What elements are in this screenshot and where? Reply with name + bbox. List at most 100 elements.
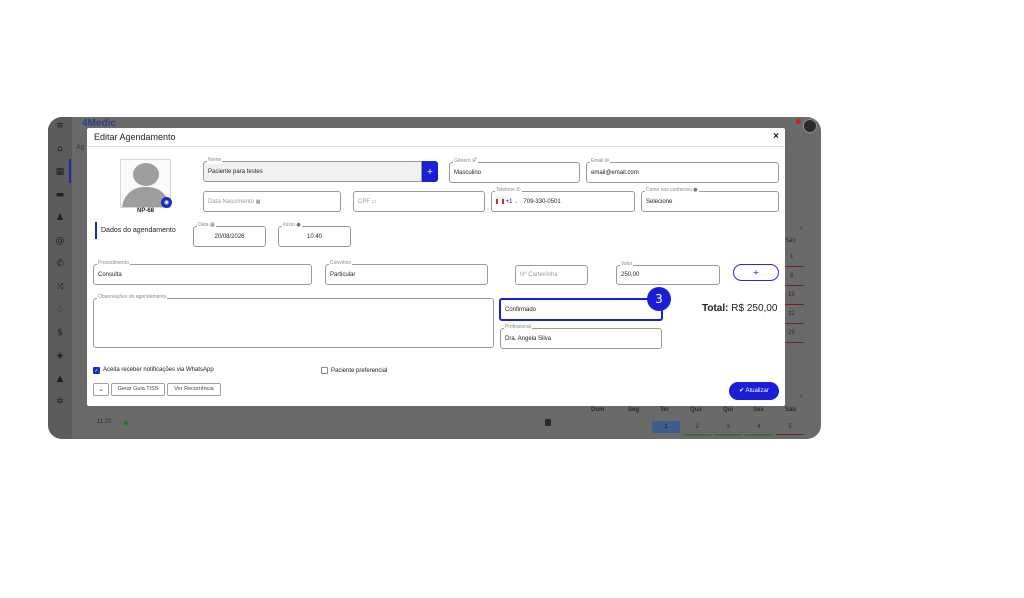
data-nascimento-text: Data Nascimento (208, 198, 255, 205)
day-indicator (745, 434, 773, 436)
notification-badge (796, 119, 801, 124)
chevron-right-icon[interactable]: › (800, 223, 803, 232)
time-slot[interactable]: 11:20 (97, 419, 112, 425)
data-label-text: Data (198, 222, 209, 228)
country-code[interactable]: +1 (506, 199, 513, 205)
calendar-day[interactable]: 1 (790, 254, 793, 260)
close-icon[interactable]: × (773, 131, 779, 142)
email-field[interactable]: Email ✉ email@email.com (586, 158, 779, 183)
calendar-icon[interactable]: ▦ (54, 166, 66, 178)
observacoes-label: Observações do agendamento (97, 294, 168, 301)
lock-icon (545, 419, 551, 426)
carteirinha-placeholder: Nº Carteirinha (520, 272, 558, 278)
ver-recorrencia-button[interactable]: Ver Recorrência (167, 383, 221, 396)
box-icon[interactable]: ◈ (54, 350, 66, 362)
chevron-down-icon: ⌄ (98, 385, 104, 393)
cpf-field[interactable]: CPF ▭ (353, 191, 485, 212)
camera-icon[interactable]: ◉ (161, 197, 172, 208)
telefone-value: 709-330-0501 (523, 198, 561, 205)
at-icon[interactable]: @ (54, 235, 66, 247)
como-conheceu-select[interactable]: Como nos conheceu ● Selecione (641, 187, 779, 212)
calendar-icon: ▦ (255, 198, 261, 205)
profissional-label: Profissional (504, 324, 532, 331)
calendar-day[interactable]: 22 (788, 311, 795, 317)
day-underline (784, 323, 804, 324)
observacoes-textarea[interactable]: Observações do agendamento (93, 294, 494, 348)
procedimento-select[interactable]: Procedimento Consulta (93, 260, 312, 285)
add-patient-button[interactable]: + (422, 161, 438, 182)
chevron-right-icon[interactable]: › (800, 391, 803, 400)
handshake-icon[interactable]: ♢ (54, 304, 66, 316)
calendar-day[interactable]: 8 (790, 273, 793, 279)
cpf-text: CPF (358, 198, 370, 205)
status-dot (124, 421, 128, 425)
data-value: 20/08/2026 (214, 233, 245, 240)
inicio-label-text: Início (283, 222, 295, 228)
telefone-label-text: Telefone (496, 187, 515, 193)
chevron-down-icon[interactable]: ⌄ (514, 199, 518, 205)
genero-value: Masculino (454, 169, 482, 176)
shuffle-icon[interactable]: ⤨ (54, 281, 66, 293)
whatsapp-checkbox[interactable]: ✓ (93, 367, 100, 374)
preferencial-checkbox[interactable] (321, 367, 328, 374)
calendar-day[interactable]: 5 (776, 421, 804, 433)
weekday-header: Sex (753, 407, 764, 413)
calendar-day[interactable]: 4 (745, 421, 773, 433)
dollar-icon[interactable]: $ (54, 327, 66, 339)
como-conheceu-value: Selecione (646, 198, 673, 205)
calendar-day[interactable]: 15 (788, 292, 795, 298)
dialog-title: Editar Agendamento (94, 132, 176, 142)
whatsapp-label: Aceita receber notificações via WhatsApp (103, 367, 214, 373)
settings-icon[interactable]: ✲ (54, 396, 66, 408)
canada-flag-icon[interactable] (496, 198, 504, 204)
car-icon[interactable]: ▬ (54, 189, 66, 201)
calendar-icon: ▦ (209, 222, 215, 228)
total-display: Total: R$ 250,00 (702, 303, 777, 314)
user-avatar[interactable] (803, 119, 817, 133)
add-procedure-button[interactable]: + (733, 264, 779, 281)
data-nascimento-field[interactable]: Data Nascimento ▦ (203, 191, 341, 212)
clock-icon: ● (296, 222, 301, 228)
email-label-text: Email (591, 158, 604, 164)
mail-icon: ✉ (604, 158, 610, 164)
procedimento-label: Procedimento (97, 260, 130, 267)
data-field[interactable]: Data ▦ 20/08/2026 (193, 222, 266, 247)
gerar-guia-tiss-button[interactable]: Gerar Guia TISS (111, 383, 165, 396)
cpf-placeholder: CPF ▭ (358, 199, 376, 205)
nome-field[interactable]: Nome Paciente para testes (203, 157, 422, 182)
home-icon[interactable]: ⌂ (54, 143, 66, 155)
convenio-select[interactable]: Convênio Particular (325, 260, 488, 285)
user-group-icon[interactable]: ♟ (54, 212, 66, 224)
day-underline (784, 285, 804, 286)
id-card-icon: ▭ (371, 198, 377, 205)
breadcrumb: Ag (76, 144, 85, 151)
calendar-day[interactable]: 2 (683, 421, 711, 433)
phone-icon[interactable]: ✆ (54, 258, 66, 270)
profissional-value: Dra. Angela Silva (505, 335, 552, 342)
status-select[interactable]: Confirmado (499, 298, 663, 321)
calendar-day-today[interactable]: 1 (652, 421, 680, 433)
inicio-field[interactable]: Início ● 10:40 (278, 222, 351, 247)
step-number-badge: 3 (647, 287, 671, 311)
valor-label: Valor (620, 261, 634, 268)
phone-icon: ✆ (516, 187, 521, 193)
weekday-header: Seg (628, 407, 640, 413)
day-indicator (714, 434, 742, 436)
genero-select[interactable]: Gênero ⚥ Masculino (449, 158, 580, 183)
update-button[interactable]: ✔ Atualizar (729, 382, 779, 400)
calendar-day[interactable]: 3 (714, 421, 742, 433)
profissional-select[interactable]: Profissional Dra. Angela Silva (500, 324, 662, 349)
telefone-field[interactable]: Telefone ✆ +1 ⌄ 709-330-0501 (491, 187, 635, 212)
email-label: Email ✉ (590, 158, 611, 165)
genero-label: Gênero ⚥ (453, 158, 478, 165)
carteirinha-field[interactable]: Nº Carteirinha (515, 265, 588, 285)
calendar-day[interactable]: 29 (788, 330, 795, 336)
convenio-value: Particular (330, 271, 356, 278)
chart-icon[interactable]: ▲ (54, 373, 66, 385)
valor-field[interactable]: Valor 250,00 (616, 261, 720, 285)
expand-options-button[interactable]: ⌄ (93, 383, 109, 396)
avatar-head (133, 163, 159, 186)
section-title: Dados do agendamento (95, 222, 176, 239)
menu-icon[interactable]: ≡ (54, 120, 66, 132)
weekday-header: Qui (723, 407, 733, 413)
